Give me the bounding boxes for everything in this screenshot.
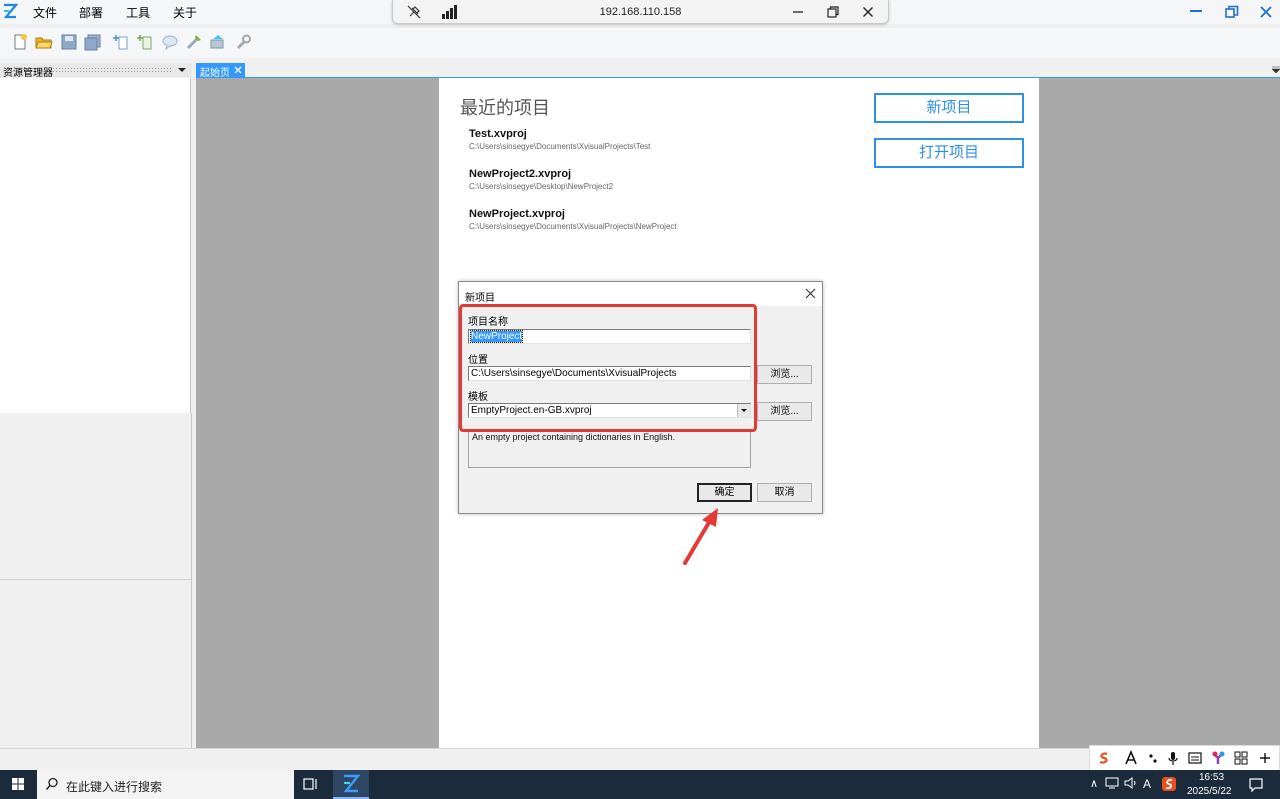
comment-icon[interactable] xyxy=(161,33,179,51)
keyboard-icon[interactable] xyxy=(1187,750,1203,766)
recent-project-name[interactable]: NewProject.xvproj xyxy=(469,208,677,220)
restore-icon[interactable] xyxy=(826,5,840,19)
template-description: An empty project containing dictionaries… xyxy=(468,430,751,468)
save-icon[interactable] xyxy=(60,33,78,51)
clock-time[interactable]: 16:53 xyxy=(1199,772,1224,783)
resource-manager-tree[interactable] xyxy=(0,78,191,413)
open-folder-icon[interactable] xyxy=(35,33,53,51)
taskbar-app-xvisual[interactable] xyxy=(333,770,369,799)
toolbox-icon[interactable] xyxy=(1233,750,1249,766)
chevron-down-icon[interactable] xyxy=(178,66,186,74)
tab-label: 起始页 xyxy=(200,68,230,79)
tab-start-page[interactable]: 起始页 xyxy=(196,63,245,79)
menu-deploy[interactable]: 部署 xyxy=(79,4,103,21)
ime-toolbar xyxy=(1089,745,1280,771)
close-icon[interactable] xyxy=(234,66,242,74)
divider xyxy=(0,579,191,580)
input-language-icon[interactable]: A xyxy=(1143,777,1151,791)
menu-about[interactable]: 关于 xyxy=(173,4,197,21)
dialog-titlebar[interactable]: 新项目 xyxy=(459,282,822,306)
font-icon[interactable] xyxy=(1123,750,1139,766)
close-icon[interactable] xyxy=(805,288,816,299)
task-view-icon[interactable] xyxy=(302,776,320,792)
recent-project-path: C:\Users\sinsegye\Documents\XvisualProje… xyxy=(469,142,651,151)
search-icon xyxy=(45,777,58,790)
menu-file[interactable]: 文件 xyxy=(33,4,57,21)
network-icon[interactable] xyxy=(1105,777,1119,789)
ok-button[interactable]: 确定 xyxy=(697,483,752,502)
wrench-icon[interactable] xyxy=(234,33,252,51)
search-placeholder: 在此键入进行搜索 xyxy=(66,780,163,794)
taskbar-search-box[interactable]: 在此键入进行搜索 xyxy=(37,770,294,799)
chevron-down-icon[interactable] xyxy=(1272,66,1280,74)
remote-host-address: 192.168.110.158 xyxy=(599,6,682,18)
menu-tools[interactable]: 工具 xyxy=(126,4,150,21)
cancel-button[interactable]: 取消 xyxy=(757,483,812,502)
resource-manager-header: 资源管理器 xyxy=(0,63,192,79)
minimize-icon[interactable] xyxy=(1189,3,1203,19)
minimize-icon[interactable] xyxy=(791,5,805,19)
remote-connection-bar: 192.168.110.158 xyxy=(392,0,889,24)
new-project-button[interactable]: 新项目 xyxy=(874,93,1024,123)
recent-project-path: C:\Users\sinsegye\Desktop\NewProject2 xyxy=(469,182,614,191)
resource-manager-title: 资源管理器 xyxy=(3,68,53,79)
punctuation-icon[interactable] xyxy=(1145,750,1161,766)
toolbar xyxy=(0,28,1280,58)
microphone-icon[interactable] xyxy=(1165,750,1181,766)
recent-project-name[interactable]: NewProject2.xvproj xyxy=(469,168,613,180)
deploy-icon[interactable] xyxy=(209,33,227,51)
resource-manager-lower-panel xyxy=(0,413,192,748)
restore-icon[interactable] xyxy=(1225,5,1239,19)
status-bar xyxy=(0,748,1280,770)
annotation-highlight-box xyxy=(459,304,757,432)
recent-project-item[interactable]: NewProject.xvproj C:\Users\sinsegye\Docu… xyxy=(469,208,677,231)
sogou-ime-icon[interactable] xyxy=(1096,750,1112,766)
panel-grip[interactable] xyxy=(52,67,172,73)
recent-project-item[interactable]: NewProject2.xvproj C:\Users\sinsegye\Des… xyxy=(469,168,613,191)
clock-date[interactable]: 2025/5/22 xyxy=(1187,786,1232,797)
drag-handle-icon[interactable] xyxy=(1257,750,1273,766)
recent-project-name[interactable]: Test.xvproj xyxy=(469,128,650,140)
open-project-button[interactable]: 打开项目 xyxy=(874,138,1024,168)
browse-template-button[interactable]: 浏览... xyxy=(757,402,812,421)
recent-project-item[interactable]: Test.xvproj C:\Users\sinsegye\Documents\… xyxy=(469,128,650,151)
close-icon[interactable] xyxy=(1259,5,1273,19)
skin-icon[interactable] xyxy=(1210,750,1226,766)
xvisual-logo-icon xyxy=(343,774,361,793)
build-icon[interactable] xyxy=(185,33,203,51)
taskbar: 在此键入进行搜索 ∧ A 16:53 2025/5/22 xyxy=(0,770,1280,799)
new-file-icon[interactable] xyxy=(11,33,29,51)
browse-location-button[interactable]: 浏览... xyxy=(757,365,812,384)
recent-projects-title: 最近的项目 xyxy=(460,98,550,118)
windows-start-icon[interactable] xyxy=(0,770,36,799)
notification-icon[interactable] xyxy=(1249,778,1263,792)
document-tab-strip: 起始页 xyxy=(196,63,1280,79)
save-all-icon[interactable] xyxy=(84,33,102,51)
recent-project-path: C:\Users\sinsegye\Documents\XvisualProje… xyxy=(469,222,677,231)
close-icon[interactable] xyxy=(861,5,875,19)
dialog-title: 新项目 xyxy=(465,293,495,304)
sogou-tray-icon[interactable] xyxy=(1162,777,1176,791)
xvisual-logo-icon[interactable] xyxy=(2,3,18,19)
add-folder-icon[interactable] xyxy=(137,33,155,51)
annotation-arrow-icon xyxy=(683,508,718,565)
volume-icon[interactable] xyxy=(1124,777,1138,789)
add-item-icon[interactable] xyxy=(113,33,131,51)
chevron-up-icon[interactable]: ∧ xyxy=(1090,777,1098,790)
